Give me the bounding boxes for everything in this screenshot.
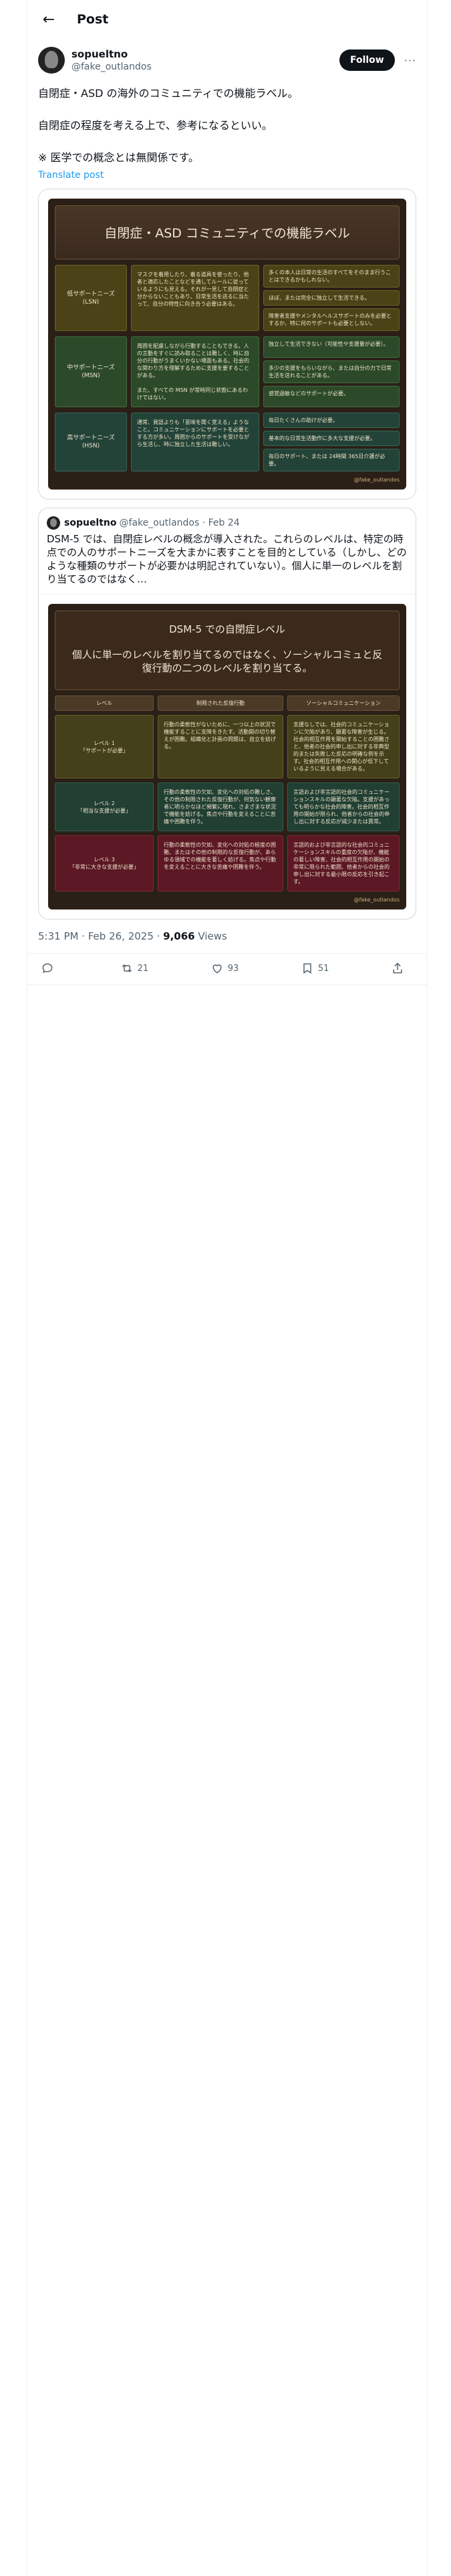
level-row-hsn: 高サポートニーズ (HSN) 通常、発語よりも「意味を聞く覚える」ようなこと。コ… [55, 413, 400, 471]
post-line: 自閉症の程度を考える上で、参考になるといい。 [38, 119, 273, 132]
bookmark-count: 51 [317, 963, 329, 974]
level-cell: レベル 1 「サポートが必要」 [55, 715, 154, 778]
post-line: ※ 医学での概念とは無関係です。 [38, 151, 199, 164]
level-label: 中サポートニーズ (MSN) [55, 336, 127, 407]
repost-count: 21 [137, 963, 149, 974]
level-item: 多くの本人は日常の生活のすべてをそのまま行うことはできるかもしれない。 [263, 265, 400, 288]
share-button[interactable] [391, 962, 408, 975]
dsm5-subtitle: 個人に単一のレベルを割り当てるのではなく、ソーシャルコミュと反復行動の二つのレベ… [71, 649, 383, 674]
like-button[interactable]: 93 [210, 962, 239, 975]
heart-icon [212, 964, 222, 974]
quote-image[interactable]: DSM-5 での自閉症レベル 個人に単一のレベルを割り当てるのではなく、ソーシャ… [39, 594, 416, 919]
level-row-lsn: 低サポートニーズ (LSN) マスクを着用したり、着る道具を使ったり、他者と適応… [55, 265, 400, 331]
post-author: sopueltno @fake_outlandos Follow ··· [27, 39, 427, 76]
infographic-title: 自閉症・ASD コミュニティでの機能ラベル [55, 205, 400, 259]
column-header: 制限された反復行動 [158, 695, 283, 711]
level-description: 周囲を配慮しながら行動することもできる。人の言動をすぐに読み取ることは難しく、時… [131, 336, 259, 407]
views-count: 9,066 [163, 930, 195, 942]
bookmark-button[interactable]: 51 [301, 962, 329, 975]
repost-icon [122, 964, 132, 973]
top-bar: ← Post [27, 0, 427, 39]
page-title: Post [77, 12, 109, 27]
post-image[interactable]: 自閉症・ASD コミュニティでの機能ラベル 低サポートニーズ (LSN) マスク… [38, 189, 416, 500]
follow-button[interactable]: Follow [339, 49, 395, 71]
restrictive-cell: 行動の柔軟性の欠如、変化への対処の難しさ、その他の制限された反復行動が、何気ない… [158, 782, 283, 831]
quote-meta: @fake_outlandos · Feb 24 [119, 518, 240, 528]
dsm5-row-level-1: レベル 1 「サポートが必要」 行動の柔軟性がないために、一つ以上の状況で機能す… [55, 715, 400, 778]
level-description: 通常、発語よりも「意味を聞く覚える」ようなこと。コミュニケーションにサポートを必… [131, 413, 259, 471]
post-time[interactable]: 5:31 PM · Feb 26, 2025 · [38, 930, 163, 942]
dsm5-title: DSM-5 での自閉症レベル [169, 623, 285, 635]
action-bar: 21 93 51 [27, 954, 427, 985]
reply-button[interactable] [41, 962, 58, 975]
post-timestamp: 5:31 PM · Feb 26, 2025 · 9,066 Views [27, 920, 427, 954]
social-cell: 言語および非言語的社会的コミュニケーションスキルの顕著な欠陥。支援があっても明ら… [287, 782, 400, 831]
dsm5-row-level-2: レベル 2 「相当な支援が必要」 行動の柔軟性の欠如、変化への対処の難しさ、その… [55, 782, 400, 831]
level-item: 多少の支援をもらいながら、または自分の力で日常生活を送れることがある。 [263, 360, 400, 383]
level-cell: レベル 3 「非常に大きな支援が必要」 [55, 835, 154, 891]
level-item: 毎日のサポート、または 24時間 365日介護が必要。 [263, 449, 400, 471]
level-label: 高サポートニーズ (HSN) [55, 413, 127, 471]
author-name[interactable]: sopueltno [71, 48, 339, 61]
bookmark-icon [303, 963, 311, 974]
author-handle[interactable]: @fake_outlandos [71, 61, 339, 73]
share-icon [393, 962, 402, 974]
quote-header: sopueltno @fake_outlandos · Feb 24 [39, 508, 416, 530]
level-item: 感覚過敏などのサポートが必要。 [263, 386, 400, 407]
column-header: レベル [55, 695, 154, 711]
social-cell: 支援なしでは、社会的コミュニケーションに欠陥があり、顕著な障害が生じる。社会的相… [287, 715, 400, 778]
post-text: 自閉症・ASD の海外のコミュニティでの機能ラベル。 自閉症の程度を考える上で、… [27, 76, 427, 166]
level-description: マスクを着用したり、着る道具を使ったり、他者と適応したことなどを通してルールに従… [131, 265, 259, 331]
level-item: ほぼ、または完全に独立して生活できる。 [263, 290, 400, 306]
repost-button[interactable]: 21 [120, 962, 149, 975]
avatar[interactable] [38, 47, 65, 74]
restrictive-cell: 行動の柔軟性がないために、一つ以上の状況で機能することに支障をきたす。活動間の切… [158, 715, 283, 778]
like-count: 93 [227, 963, 239, 974]
image-credit: @fake_outlandos [353, 897, 400, 903]
arrow-left-icon[interactable]: ← [38, 9, 59, 30]
translate-link[interactable]: Translate post [27, 166, 427, 181]
more-icon[interactable]: ··· [404, 54, 416, 67]
level-row-msn: 中サポートニーズ (MSN) 周囲を配慮しながら行動することもできる。人の言動を… [55, 336, 400, 407]
level-item: 障害者支援やメンタルヘルスサポートのみを必要とするか、特に何のサポートも必要とし… [263, 308, 400, 331]
post-column: ← Post sopueltno @fake_outlandos Follow … [27, 0, 428, 2576]
views-label: Views [194, 930, 227, 942]
reply-icon [42, 963, 53, 974]
social-cell: 言語的および非言語的な社会的コミュニケーションスキルの重度の欠陥が、機能の著しい… [287, 835, 400, 891]
quote-author-name: sopueltno [64, 518, 117, 528]
dsm5-header-row: レベル 制限された反復行動 ソーシャルコミュニケーション [55, 695, 400, 711]
level-cell: レベル 2 「相当な支援が必要」 [55, 782, 154, 831]
quote-text: DSM-5 では、自閉症レベルの概念が導入された。これらのレベルは、特定の時点で… [47, 533, 407, 585]
author-names: sopueltno @fake_outlandos [71, 48, 339, 73]
infographic-dsm5-levels: DSM-5 での自閉症レベル 個人に単一のレベルを割り当てるのではなく、ソーシャ… [48, 604, 406, 909]
avatar [47, 516, 60, 530]
column-header: ソーシャルコミュニケーション [287, 695, 400, 711]
infographic-functioning-labels: 自閉症・ASD コミュニティでの機能ラベル 低サポートニーズ (LSN) マスク… [48, 199, 406, 490]
level-item: 毎日たくさんの助けが必要。 [263, 413, 400, 428]
level-item: 独立して生活できない（可能性や支援量が必要）。 [263, 336, 400, 358]
dsm5-banner: DSM-5 での自閉症レベル 個人に単一のレベルを割り当てるのではなく、ソーシャ… [55, 611, 400, 690]
dsm5-row-level-3: レベル 3 「非常に大きな支援が必要」 行動の柔軟性の欠如、変化への対処の極度の… [55, 835, 400, 891]
level-item: 基本的な日常生活動作に多大な支援が必要。 [263, 431, 400, 446]
restrictive-cell: 行動の柔軟性の欠如、変化への対処の極度の困難、またはその他の制限的な反復行動が、… [158, 835, 283, 891]
level-label: 低サポートニーズ (LSN) [55, 265, 127, 331]
post-line: 自閉症・ASD の海外のコミュニティでの機能ラベル。 [38, 87, 299, 100]
quoted-post[interactable]: sopueltno @fake_outlandos · Feb 24 DSM-5… [38, 508, 416, 920]
image-credit: @fake_outlandos [353, 477, 400, 483]
